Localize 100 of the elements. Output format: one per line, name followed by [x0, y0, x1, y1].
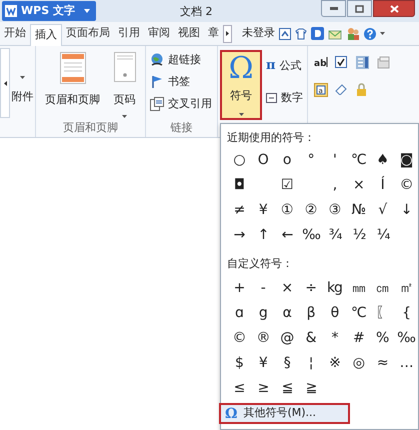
symbol-cell[interactable]: * [322, 326, 346, 351]
symbol-cell[interactable]: ☑ [274, 173, 299, 198]
symbol-cell[interactable]: , [322, 173, 346, 198]
symbol-cell[interactable]: ↓ [394, 198, 418, 223]
more-symbols-menu-item[interactable]: Ω 其他符号(M)... [219, 403, 350, 424]
dropdown-caret-icon [84, 9, 90, 13]
symbol-cell[interactable]: ½ [347, 223, 371, 248]
symbol-cell[interactable]: # [346, 326, 370, 351]
tab-scroll-button[interactable] [223, 24, 232, 42]
symbol-cell[interactable]: 〖 [370, 301, 394, 326]
number-button[interactable]: 数字 [266, 90, 307, 106]
symbol-cell[interactable]: ¼ [371, 223, 395, 248]
symbol-cell[interactable]: α [274, 301, 299, 326]
collapse-ribbon-icon[interactable] [279, 28, 291, 40]
symbol-cell[interactable]: × [274, 276, 299, 301]
symbol-cell[interactable]: × [346, 173, 370, 198]
symbol-cell[interactable]: ≧ [299, 376, 323, 401]
symbol-cell[interactable]: O [250, 148, 275, 173]
page-number-button[interactable]: 页码 [110, 52, 140, 120]
attachment-button[interactable]: 附件 [12, 89, 34, 106]
symbol-cell[interactable]: ℃ [346, 148, 370, 173]
close-button[interactable] [373, 0, 415, 17]
link-group-button[interactable]: 交叉引用 [150, 96, 212, 112]
symbol-cell[interactable]: + [227, 276, 251, 301]
symbol-cell[interactable]: ○ [227, 148, 251, 173]
symbol-cell[interactable]: ℃ [346, 301, 370, 326]
symbol-cell[interactable]: ≦ [275, 376, 299, 401]
symbol-cell[interactable]: ɑ [227, 301, 251, 326]
symbol-cell[interactable]: { [394, 301, 418, 326]
app-menu-button[interactable]: WPS 文字 [2, 1, 96, 21]
ribbon-tab[interactable]: 插入 [30, 24, 62, 46]
symbol-cell[interactable]: g [250, 301, 275, 326]
symbol-cell[interactable]: ≠ [227, 198, 251, 223]
symbol-cell[interactable]: ≤ [227, 376, 251, 401]
formula-button[interactable]: π 公式 [266, 56, 307, 76]
symbol-cell[interactable]: ¥ [250, 198, 275, 223]
shirt-icon[interactable] [295, 28, 307, 40]
letter-d-icon[interactable] [311, 27, 324, 40]
symbol-cell[interactable]: & [298, 326, 322, 351]
header-footer-button[interactable]: 页眉和页脚 [42, 52, 104, 120]
symbol-cell[interactable]: ≥ [251, 376, 275, 401]
help-icon[interactable] [364, 28, 376, 40]
people-icon[interactable] [346, 27, 360, 40]
symbol-cell[interactable]: ° [298, 148, 322, 173]
symbol-cell[interactable]: ¦ [298, 351, 322, 376]
ribbon-tab[interactable]: 开始 [0, 22, 30, 45]
mail-icon[interactable] [328, 28, 342, 40]
minimize-button[interactable] [321, 0, 346, 17]
symbol-cell[interactable]: ← [275, 223, 299, 248]
pi-icon: π [266, 56, 276, 76]
symbol-cell[interactable]: % [370, 326, 394, 351]
symbol-cell[interactable]: © [394, 173, 418, 198]
flag-icon [150, 75, 164, 89]
symbol-cell[interactable]: ③ [322, 198, 346, 223]
symbol-cell[interactable]: ® [250, 326, 275, 351]
symbol-cell[interactable]: ' [322, 148, 346, 173]
symbol-cell[interactable]: ◙ [394, 148, 418, 173]
ribbon-tab[interactable]: 页面布局 [62, 22, 114, 45]
symbol-cell[interactable]: kg [322, 276, 346, 301]
ribbon-tab[interactable]: 视图 [174, 22, 204, 45]
symbol-cell[interactable]: ≈ [370, 351, 394, 376]
link-group-button[interactable]: 超链接 [150, 52, 212, 68]
ribbon-tab[interactable]: 审阅 [144, 22, 174, 45]
symbol-cell[interactable]: ¥ [250, 351, 275, 376]
symbol-cell[interactable]: ‰ [299, 223, 323, 248]
symbol-cell[interactable]: Í [370, 173, 394, 198]
symbol-cell[interactable]: ※ [322, 351, 346, 376]
symbol-cell[interactable]: ◘ [227, 173, 251, 198]
symbol-cell[interactable]: ① [274, 198, 299, 223]
ribbon-tab[interactable]: 章 [204, 22, 223, 45]
symbol-cell[interactable]: ♠ [370, 148, 394, 173]
symbol-cell[interactable]: ◎ [346, 351, 370, 376]
symbol-cell[interactable]: © [227, 326, 251, 351]
symbol-cell[interactable]: ‰ [394, 326, 418, 351]
link-group-button[interactable]: 书签 [150, 74, 212, 90]
checkbox-control-icon[interactable] [335, 56, 347, 68]
symbol-cell[interactable]: → [227, 223, 251, 248]
list-control-icon[interactable] [356, 56, 369, 69]
symbol-cell[interactable]: - [250, 276, 275, 301]
symbol-cell[interactable]: ② [298, 198, 322, 223]
symbol-cell[interactable]: ㎜ [346, 276, 370, 301]
symbol-cell[interactable]: … [394, 351, 418, 376]
symbol-cell[interactable]: ㎡ [394, 276, 418, 301]
symbol-cell[interactable]: o [274, 148, 299, 173]
symbol-button[interactable]: Ω 符号 [220, 50, 262, 120]
symbol-cell[interactable]: ↑ [251, 223, 275, 248]
symbol-cell[interactable]: $ [227, 351, 251, 376]
symbol-cell[interactable]: § [274, 351, 299, 376]
symbol-cell[interactable]: @ [274, 326, 299, 351]
symbol-cell[interactable]: ㎝ [370, 276, 394, 301]
symbol-cell[interactable]: θ [322, 301, 346, 326]
symbol-cell[interactable]: № [346, 198, 370, 223]
login-status-link[interactable]: 未登录 [242, 25, 275, 42]
symbol-cell[interactable]: β [298, 301, 322, 326]
ribbon-tab[interactable]: 引用 [114, 22, 144, 45]
symbol-cell[interactable]: ÷ [298, 276, 322, 301]
symbol-cell[interactable]: ¾ [323, 223, 347, 248]
symbol-cell[interactable]: √ [370, 198, 394, 223]
maximize-button[interactable] [347, 0, 372, 17]
dropdown-caret-icon[interactable] [380, 32, 385, 35]
